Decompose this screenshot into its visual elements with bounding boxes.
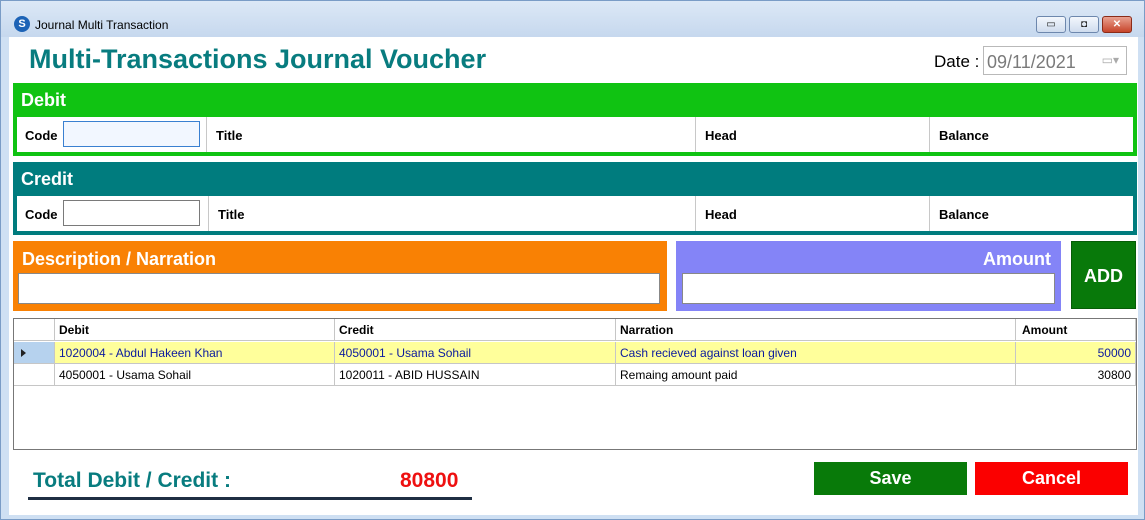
narration-heading: Description / Narration [22,249,217,269]
debit-panel: Debit Code Title Head Balance [13,83,1137,156]
window-title: Journal Multi Transaction [35,18,169,32]
divider [208,196,209,231]
journal-window: S Journal Multi Transaction ▭ ◘ ✕ Multi-… [0,0,1145,520]
cell-credit[interactable]: 1020011 - ABID HUSSAIN [335,364,616,386]
credit-heading: Credit [21,169,74,189]
close-icon: ✕ [1112,19,1122,30]
debit-code-label: Code [25,128,58,143]
divider [695,196,696,231]
debit-row: Code Title Head Balance [17,117,1133,152]
cell-debit[interactable]: 4050001 - Usama Sohail [55,364,335,386]
cell-narration[interactable]: Cash recieved against loan given [616,342,1016,364]
transactions-grid[interactable]: Debit Credit Narration Amount 1020004 - … [13,318,1137,450]
minimize-button[interactable]: ▭ [1036,16,1066,33]
divider [695,117,696,152]
date-picker[interactable]: 09/11/2021 ▭▾ [983,46,1127,75]
table-row[interactable]: 1020004 - Abdul Hakeen Khan 4050001 - Us… [14,342,1136,364]
total-value: 80800 [400,469,459,492]
credit-balance-label: Balance [939,207,989,222]
grid-header-row: Debit Credit Narration Amount [14,319,1136,341]
narration-panel: Description / Narration [13,241,667,311]
total-underline [28,497,472,500]
amount-panel: Amount [676,241,1061,311]
debit-code-input[interactable] [63,121,200,147]
minimize-icon: ▭ [1046,19,1056,30]
cell-credit[interactable]: 4050001 - Usama Sohail [335,342,616,364]
divider [929,117,930,152]
column-header-amount[interactable]: Amount [1016,319,1136,341]
close-button[interactable]: ✕ [1102,16,1132,33]
total-label: Total Debit / Credit : [33,469,231,492]
credit-title-label: Title [218,207,245,222]
table-row[interactable]: 4050001 - Usama Sohail 1020011 - ABID HU… [14,364,1136,386]
debit-title-label: Title [216,128,243,143]
add-button[interactable]: ADD [1071,241,1136,309]
debit-heading: Debit [21,90,66,110]
credit-panel: Credit Code Title Head Balance [13,162,1137,235]
maximize-button[interactable]: ◘ [1069,16,1099,33]
current-row-arrow-icon [21,349,26,357]
save-button[interactable]: Save [814,462,967,495]
debit-balance-label: Balance [939,128,989,143]
narration-input[interactable] [18,273,660,304]
form-body: Multi-Transactions Journal Voucher Date … [9,37,1138,515]
column-header-credit[interactable]: Credit [335,319,616,341]
credit-row: Code Title Head Balance [17,196,1133,231]
calendar-dropdown-icon[interactable]: ▭▾ [1102,53,1119,67]
column-header-debit[interactable]: Debit [55,319,335,341]
date-label: Date : [934,52,980,71]
divider [206,117,207,152]
row-selector[interactable] [14,364,55,386]
title-bar[interactable]: S Journal Multi Transaction ▭ ◘ ✕ [1,1,1144,37]
amount-heading: Amount [983,249,1051,269]
app-logo-icon: S [14,16,30,32]
debit-head-label: Head [705,128,737,143]
page-title: Multi-Transactions Journal Voucher [29,44,487,74]
date-value: 09/11/2021 [987,52,1076,72]
divider [929,196,930,231]
cell-amount[interactable]: 50000 [1016,342,1136,364]
cell-amount[interactable]: 30800 [1016,364,1136,386]
credit-code-input[interactable] [63,200,200,226]
cell-narration[interactable]: Remaing amount paid [616,364,1016,386]
cell-debit[interactable]: 1020004 - Abdul Hakeen Khan [55,342,335,364]
amount-input[interactable] [682,273,1055,304]
row-header-corner [14,319,55,341]
credit-code-label: Code [25,207,58,222]
row-selector[interactable] [14,342,55,364]
maximize-icon: ◘ [1080,19,1088,30]
column-header-narration[interactable]: Narration [616,319,1016,341]
credit-head-label: Head [705,207,737,222]
cancel-button[interactable]: Cancel [975,462,1128,495]
